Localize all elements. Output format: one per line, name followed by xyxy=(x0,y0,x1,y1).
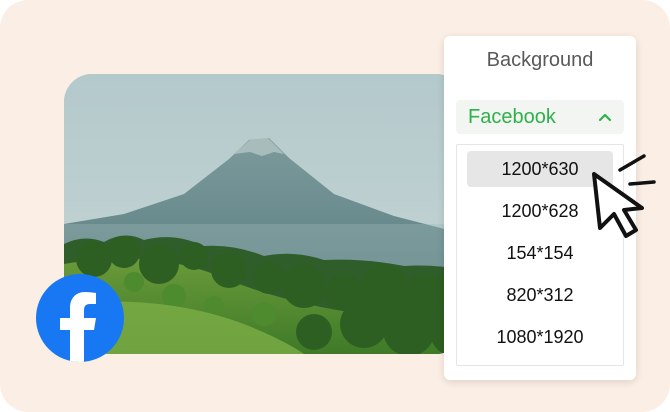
mouse-pointer-icon xyxy=(592,154,656,238)
platform-select-value: Facebook xyxy=(468,106,556,128)
landscape-photo xyxy=(64,74,464,354)
platform-select[interactable]: Facebook xyxy=(456,100,624,134)
chevron-up-icon xyxy=(598,113,612,122)
size-option[interactable]: 820*312 xyxy=(467,277,613,313)
facebook-logo-icon xyxy=(36,274,124,362)
size-option[interactable]: 1080*1920 xyxy=(467,319,613,355)
panel-title: Background xyxy=(486,49,594,71)
